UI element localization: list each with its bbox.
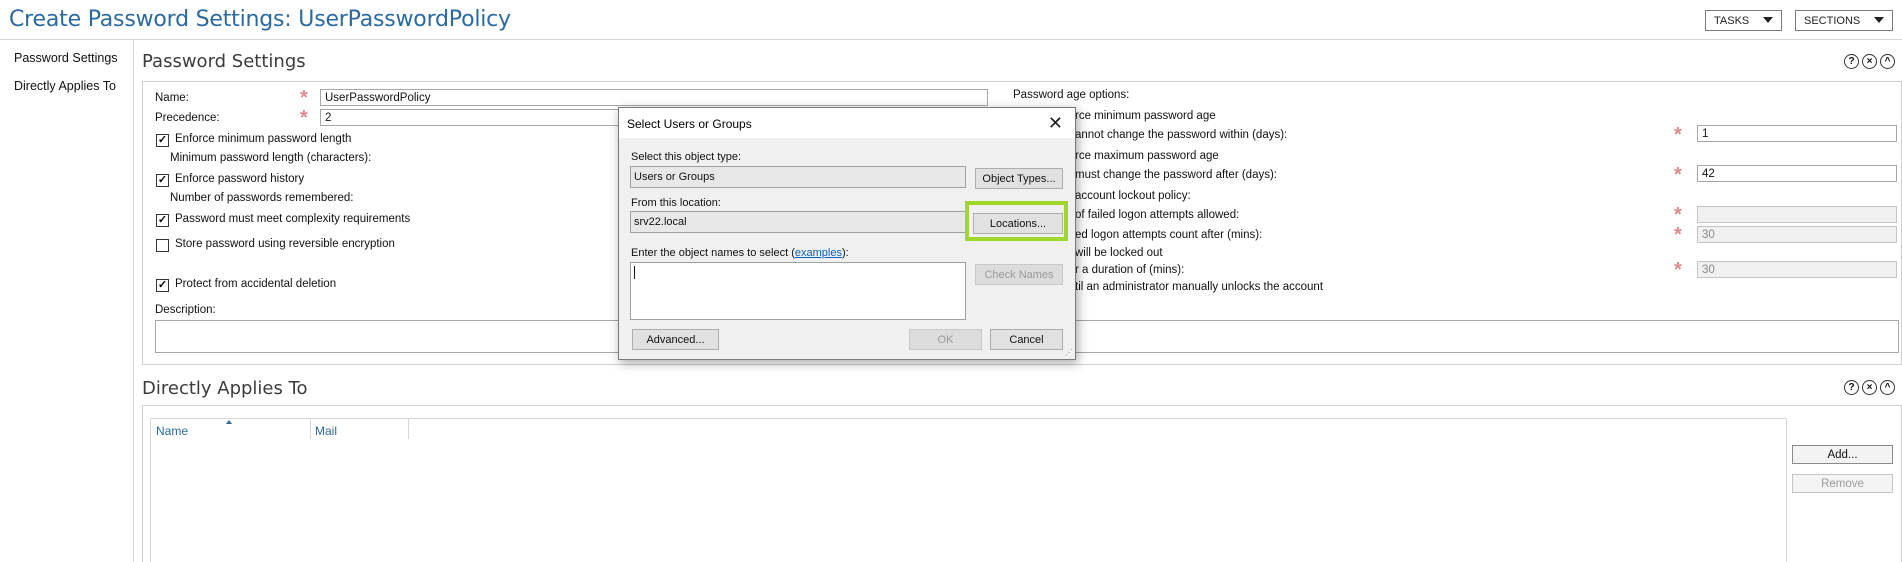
required-icon: * [1674,224,1682,246]
description-label: Description: [155,304,216,316]
lockout-duration-label: r a duration of (mins): [1075,264,1185,276]
required-icon: * [300,87,308,109]
examples-link[interactable]: examples [795,247,842,259]
help-icon[interactable]: ? [1844,380,1859,395]
object-names-input[interactable] [630,262,966,320]
history-label: Number of passwords remembered: [170,192,354,204]
failed-attempts-label: of failed logon attempts allowed: [1075,209,1240,221]
password-settings-title: Password Settings [142,51,306,72]
failed-attempts-input[interactable] [1697,206,1897,223]
page-title: Create Password Settings: UserPasswordPo… [9,7,511,32]
resize-grip-icon[interactable]: ⋰ [1065,348,1073,357]
lockout-policy-label: account lockout policy: [1075,190,1191,202]
column-divider [408,419,409,439]
min-age-label: annot change the password within (days): [1075,129,1288,141]
required-icon: * [1674,164,1682,186]
ok-button[interactable]: OK [909,329,982,350]
sections-label: SECTIONS [1804,14,1861,27]
tasks-dropdown[interactable]: TASKS [1705,10,1782,31]
max-age-label: must change the password after (days): [1075,169,1277,181]
complexity-checkbox[interactable]: ✓ [156,214,169,227]
object-types-button[interactable]: Object Types... [975,168,1063,189]
advanced-button[interactable]: Advanced... [632,329,719,350]
close-icon[interactable]: × [1862,54,1877,69]
object-type-field: Users or Groups [630,166,966,188]
nav-item-directly-applies-to[interactable]: Directly Applies To [14,79,116,93]
enforce-min-length-checkbox[interactable]: ✓ [156,134,169,147]
title-bar: Create Password Settings: UserPasswordPo… [0,0,1902,40]
object-names-label-suffix: ): [841,247,849,259]
protect-deletion-label: Protect from accidental deletion [175,278,337,290]
min-age-input[interactable]: 1 [1697,125,1897,142]
chevron-down-icon [1874,17,1884,23]
protect-deletion-checkbox[interactable]: ✓ [156,279,169,292]
enforce-history-checkbox[interactable]: ✓ [156,174,169,187]
sections-dropdown[interactable]: SECTIONS [1795,10,1893,31]
required-icon: * [1674,204,1682,226]
reset-count-input[interactable]: 30 [1697,226,1897,243]
lockout-duration-input[interactable]: 30 [1697,261,1897,278]
complexity-label: Password must meet complexity requiremen… [175,213,411,225]
reset-count-label: ed logon attempts count after (mins): [1075,229,1263,241]
members-grid[interactable] [150,418,1787,562]
column-header-name[interactable]: Name [156,424,188,438]
object-names-label: Enter the object names to select (exampl… [631,247,849,259]
applies-to-controls: ? × ^ [1844,380,1895,395]
enforce-history-label: Enforce password history [175,173,305,185]
collapse-icon[interactable]: ^ [1880,54,1895,69]
age-options-label: Password age options: [1013,89,1130,101]
name-input[interactable]: UserPasswordPolicy [320,89,988,106]
dialog-titlebar: Select Users or Groups ✕ [619,108,1075,138]
column-header-mail[interactable]: Mail [315,424,337,438]
highlight-box [965,201,1068,241]
location-field: srv22.local [630,211,966,233]
reversible-encryption-label: Store password using reversible encrypti… [175,238,395,250]
precedence-label: Precedence: [155,112,220,124]
min-length-label: Minimum password length (characters): [170,152,372,164]
required-icon: * [300,107,308,129]
tasks-label: TASKS [1714,14,1750,27]
collapse-icon[interactable]: ^ [1880,380,1895,395]
text-caret [634,266,635,279]
enforce-max-age-label: rce maximum password age [1075,150,1219,162]
enforce-min-length-label: Enforce minimum password length [175,133,352,145]
remove-button[interactable]: Remove [1792,474,1893,493]
precedence-input[interactable]: 2 [320,109,620,126]
locked-out-label: will be locked out [1075,247,1163,259]
location-label: From this location: [631,197,721,209]
required-icon: * [1674,259,1682,281]
help-icon[interactable]: ? [1844,54,1859,69]
add-button[interactable]: Add... [1792,445,1893,464]
left-nav: Password Settings Directly Applies To [0,40,134,562]
nav-item-password-settings[interactable]: Password Settings [14,51,118,65]
dialog-title: Select Users or Groups [627,117,752,131]
reversible-encryption-checkbox[interactable] [156,239,169,252]
password-settings-controls: ? × ^ [1844,54,1895,69]
column-divider [310,419,311,439]
cancel-button[interactable]: Cancel [990,329,1063,350]
admin-unlock-label: til an administrator manually unlocks th… [1075,281,1324,293]
close-icon[interactable]: ✕ [1048,113,1063,134]
directly-applies-to-title: Directly Applies To [142,378,308,399]
object-type-label: Select this object type: [631,151,742,163]
max-age-input[interactable]: 42 [1697,165,1897,182]
check-names-button[interactable]: Check Names [975,264,1063,285]
close-icon[interactable]: × [1862,380,1877,395]
chevron-down-icon [1763,17,1773,23]
name-label: Name: [155,92,189,104]
object-names-label-prefix: Enter the object names to select ( [631,247,795,259]
required-icon: * [1674,124,1682,146]
sort-ascending-icon [226,420,232,424]
enforce-min-age-label: rce minimum password age [1075,110,1216,122]
